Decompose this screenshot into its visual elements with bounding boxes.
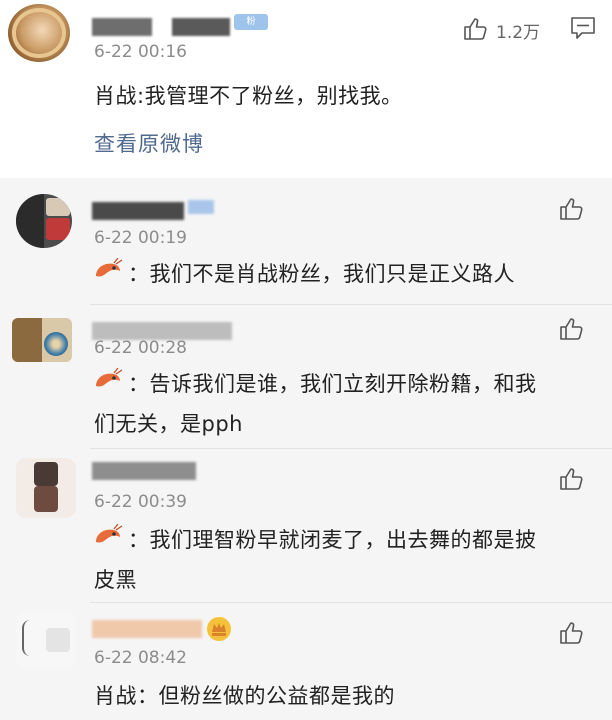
reply-text-line-2: 皮黑 bbox=[94, 568, 137, 592]
view-original-link[interactable]: 查看原微博 bbox=[94, 128, 204, 158]
thumbs-up-icon[interactable] bbox=[558, 316, 584, 342]
thumbs-up-icon[interactable] bbox=[462, 16, 488, 42]
reply-author-name-redacted[interactable] bbox=[92, 202, 184, 220]
thumbs-up-icon[interactable] bbox=[558, 196, 584, 222]
shrimp-emoji-icon bbox=[96, 258, 123, 277]
reply-avatar[interactable] bbox=[16, 458, 76, 518]
post-author-name-redacted[interactable] bbox=[92, 18, 152, 36]
reply-time: 6-22 00:28 bbox=[94, 338, 187, 358]
post-author-avatar[interactable] bbox=[8, 4, 70, 62]
reply-divider bbox=[90, 448, 612, 449]
reply-divider bbox=[90, 602, 612, 603]
shrimp-emoji-icon bbox=[96, 368, 123, 387]
main-post: 粉 6-22 00:16 1.2万 肖战:我管理不了粉丝，别找我。 查看原微博 bbox=[0, 0, 612, 178]
reply-divider bbox=[90, 304, 612, 305]
post-text: 肖战:我管理不了粉丝，别找我。 bbox=[94, 84, 403, 108]
reply-text-line-1: ：告诉我们是谁，我们立刻开除粉籍，和我 bbox=[128, 372, 537, 396]
crown-emoji-icon bbox=[207, 617, 231, 641]
thumbs-up-icon[interactable] bbox=[558, 466, 584, 492]
reply-text: ：我们不是肖战粉丝，我们只是正义路人 bbox=[128, 262, 515, 286]
reply-text: 肖战：但粉丝做的公益都是我的 bbox=[94, 684, 395, 708]
reply-avatar[interactable] bbox=[16, 194, 72, 248]
reply-time: 6-22 00:19 bbox=[94, 228, 187, 248]
reply-time: 6-22 00:39 bbox=[94, 492, 187, 512]
reply-avatar[interactable] bbox=[16, 612, 76, 668]
reply-author-badge-redacted bbox=[188, 200, 214, 214]
reply-author-name-redacted[interactable] bbox=[92, 462, 196, 480]
shrimp-emoji-icon bbox=[96, 524, 123, 543]
comment-icon[interactable] bbox=[570, 16, 596, 40]
reply-time: 6-22 08:42 bbox=[94, 648, 187, 668]
post-time: 6-22 00:16 bbox=[94, 42, 187, 62]
reply-text-line-2: 们无关，是pph bbox=[94, 412, 243, 436]
vip-badge: 粉 bbox=[234, 14, 268, 30]
post-author-name-redacted-2[interactable] bbox=[172, 18, 230, 36]
thumbs-up-icon[interactable] bbox=[558, 620, 584, 646]
reply-author-name-redacted[interactable] bbox=[92, 620, 202, 638]
reply-text-line-1: ：我们理智粉早就闭麦了，出去舞的都是披 bbox=[128, 528, 537, 552]
post-like-count: 1.2万 bbox=[496, 23, 541, 43]
reply-avatar[interactable] bbox=[12, 318, 72, 362]
